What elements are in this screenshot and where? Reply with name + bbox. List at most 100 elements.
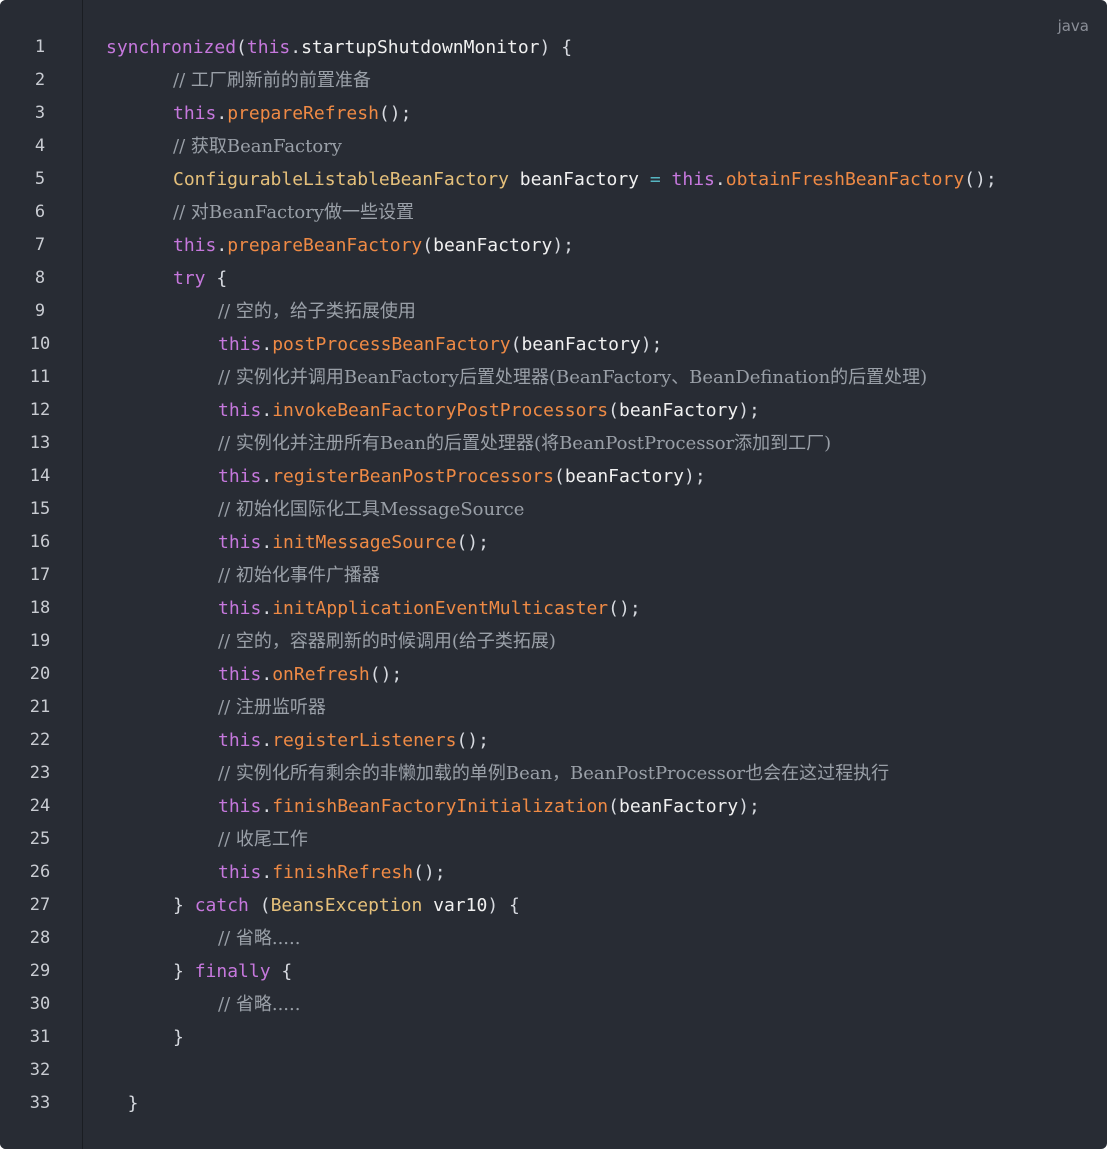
code-text: }: [173, 1021, 184, 1054]
code-line: 19 // 空的，容器刷新的时候调用(给子类拓展): [0, 625, 1107, 658]
line-number: 22: [29, 730, 51, 750]
code-text: ConfigurableListableBeanFactory beanFact…: [173, 163, 997, 196]
code-text: this.onRefresh();: [218, 658, 402, 691]
line-number: 24: [29, 796, 51, 816]
code-line: 31}: [0, 1021, 1107, 1054]
code-line: 3 this.prepareRefresh();: [0, 97, 1107, 130]
code-line: 1 synchronized(this.startupShutdownMonito…: [0, 31, 1107, 64]
code-token: this: [246, 37, 291, 58]
code-token: // 对BeanFactory做一些设置: [173, 202, 414, 223]
code-token: }: [106, 1093, 139, 1114]
code-token: this: [218, 466, 262, 487]
code-line: 11 // 实例化并调用BeanFactory后置处理器(BeanFactory、…: [0, 361, 1107, 394]
code-text: // 初始化事件广播器: [218, 559, 380, 592]
line-number: 33: [29, 1093, 51, 1113]
code-text: }: [106, 1087, 139, 1120]
code-token: }: [173, 895, 195, 916]
line-number: 19: [29, 631, 51, 651]
code-line: 2 // 工厂刷新前的前置准备: [0, 64, 1107, 97]
code-token: invokeBeanFactoryPostProcessors: [272, 400, 609, 421]
code-token: .: [261, 400, 273, 421]
code-text: } catch (BeansException var10) {: [173, 889, 520, 922]
line-number: 4: [34, 136, 46, 156]
code-token: prepareBeanFactory: [227, 235, 423, 256]
code-line: 22 this.registerListeners();: [0, 724, 1107, 757]
code-token: registerBeanPostProcessors: [272, 466, 554, 487]
code-token: ();: [369, 664, 403, 685]
code-line: 23 // 实例化所有剩余的非懒加载的单例Bean，BeanPostProcess…: [0, 757, 1107, 790]
code-text: this.invokeBeanFactoryPostProcessors(bea…: [218, 394, 760, 427]
code-line: 32: [0, 1054, 1107, 1087]
code-token: obtainFreshBeanFactory: [725, 169, 965, 190]
code-text: // 省略.....: [218, 988, 300, 1021]
code-token: .: [261, 664, 273, 685]
line-number: 32: [29, 1060, 51, 1080]
code-token: // 实例化并调用BeanFactory后置处理器(BeanFactory、Be…: [218, 367, 928, 388]
code-token: this: [218, 400, 262, 421]
code-token: // 注册监听器: [218, 697, 326, 718]
line-number: 17: [29, 565, 51, 585]
line-number: 12: [29, 400, 51, 420]
code-line: 30 // 省略.....: [0, 988, 1107, 1021]
code-token: ) {: [487, 895, 520, 916]
code-token: }: [173, 1027, 184, 1048]
code-token: }: [173, 961, 195, 982]
code-token: onRefresh: [272, 664, 370, 685]
line-number: 29: [29, 961, 51, 981]
code-line: 16 this.initMessageSource();: [0, 526, 1107, 559]
code-token: finally: [194, 961, 271, 982]
code-token: try: [173, 268, 206, 289]
line-number: 8: [34, 268, 46, 288]
code-token: {: [205, 268, 228, 289]
code-text: this.postProcessBeanFactory(beanFactory)…: [218, 328, 662, 361]
code-token: );: [738, 400, 760, 421]
code-token: synchronized: [106, 37, 237, 58]
code-token: );: [552, 235, 575, 256]
line-number: 5: [34, 169, 46, 189]
code-text: // 空的，给子类拓展使用: [218, 295, 416, 328]
code-token: ();: [964, 169, 997, 190]
line-number: 27: [29, 895, 51, 915]
code-token: beanFactory: [433, 235, 553, 256]
code-token: ) {: [539, 37, 573, 58]
line-number: 30: [29, 994, 51, 1014]
code-line: 9 // 空的，给子类拓展使用: [0, 295, 1107, 328]
code-token: ConfigurableListableBeanFactory: [173, 169, 509, 190]
code-token: initMessageSource: [272, 532, 457, 553]
code-token: (: [608, 796, 619, 817]
code-token: this: [218, 664, 262, 685]
code-token: (: [248, 895, 271, 916]
code-token: finishBeanFactoryInitialization: [272, 796, 609, 817]
line-number: 14: [29, 466, 51, 486]
code-token: // 实例化所有剩余的非懒加载的单例Bean，BeanPostProcessor…: [218, 763, 890, 784]
code-token: .: [261, 730, 273, 751]
code-token: postProcessBeanFactory: [272, 334, 511, 355]
code-token: .: [216, 103, 228, 124]
code-token: this: [218, 598, 262, 619]
code-token: var10: [433, 895, 488, 916]
code-line: 27 } catch (BeansException var10) {: [0, 889, 1107, 922]
code-text: // 获取BeanFactory: [173, 130, 342, 163]
code-line: 4 // 获取BeanFactory: [0, 130, 1107, 163]
code-line: 6 // 对BeanFactory做一些设置: [0, 196, 1107, 229]
line-number: 9: [34, 301, 46, 321]
line-number: 26: [29, 862, 51, 882]
code-token: // 省略.....: [218, 928, 301, 949]
code-token: beanFactory: [619, 400, 739, 421]
code-token: // 空的，给子类拓展使用: [218, 301, 416, 322]
line-number: 7: [34, 235, 46, 255]
code-token: );: [640, 334, 663, 355]
code-text: this.registerListeners();: [218, 724, 489, 757]
line-number: 1: [34, 37, 46, 57]
code-token: .: [290, 37, 302, 58]
code-text: // 空的，容器刷新的时候调用(给子类拓展): [218, 625, 556, 658]
code-token: .: [261, 532, 273, 553]
line-number: 21: [29, 697, 51, 717]
code-token: (: [553, 466, 565, 487]
code-line: 15 // 初始化国际化工具MessageSource: [0, 493, 1107, 526]
code-line: 17 // 初始化事件广播器: [0, 559, 1107, 592]
code-token: {: [270, 961, 293, 982]
